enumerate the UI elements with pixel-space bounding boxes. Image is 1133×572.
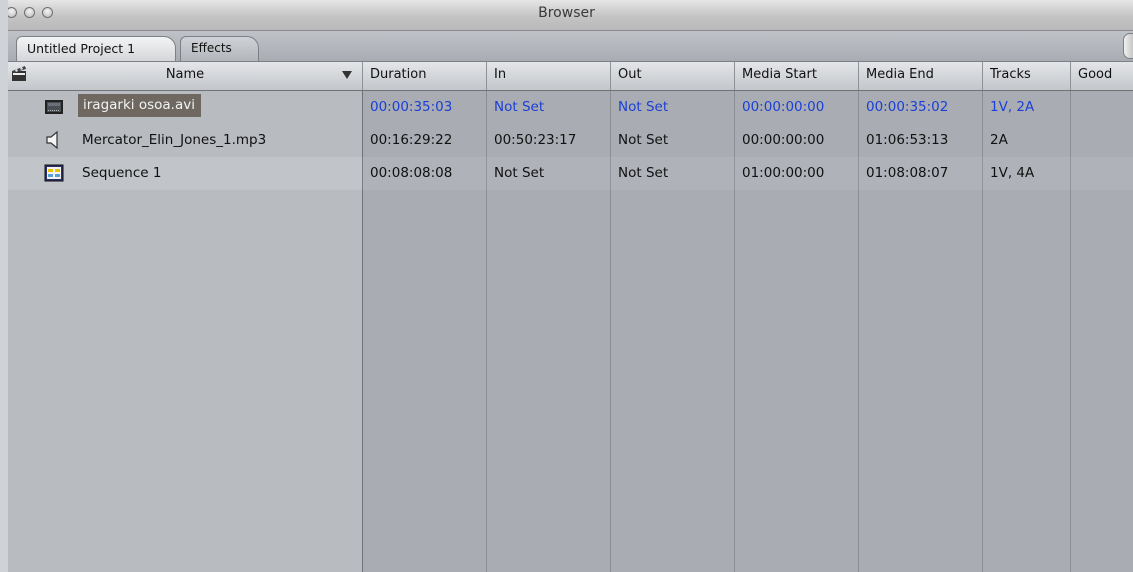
column-header-label: Tracks [990,67,1031,82]
tab-bar: Untitled Project 1 Effects [0,31,1133,62]
column-header-label: Media End [866,67,934,82]
cell-tracks: 1V, 4A [990,165,1035,181]
clip-name[interactable]: Mercator_Elin_Jones_1.mp3 [82,132,266,148]
column-header-media-start[interactable]: Media Start [735,62,859,90]
column-header-in[interactable]: In [487,62,611,90]
table-row[interactable]: Mercator_Elin_Jones_1.mp3 00:16:29:22 00… [8,124,1133,157]
column-header-out[interactable]: Out [611,62,735,90]
column-header-duration[interactable]: Duration [363,62,487,90]
column-header-label: Name [165,67,205,82]
cell-media-start: 00:00:00:00 [742,99,825,115]
clip-name[interactable]: iragarki osoa.avi [78,94,201,117]
clip-name[interactable]: Sequence 1 [82,165,161,181]
clapperboard-icon [12,66,26,81]
cell-duration: 00:16:29:22 [370,132,453,148]
cell-tracks: 2A [990,132,1008,148]
tab-label: Effects [191,41,232,55]
tab-scroll-handle[interactable] [1123,33,1133,59]
column-header-label: Good [1078,67,1113,82]
tab-untitled-project[interactable]: Untitled Project 1 [16,36,176,61]
column-header-tracks[interactable]: Tracks [983,62,1071,90]
sort-descending-icon[interactable] [342,71,352,79]
window-title: Browser [538,5,595,21]
cell-media-end: 00:00:35:02 [866,99,949,115]
cell-out: Not Set [618,99,669,115]
table-row[interactable]: iragarki osoa.avi 00:00:35:03 Not Set No… [8,91,1133,124]
tab-effects[interactable]: Effects [180,36,259,61]
audio-clip-icon [46,130,58,150]
column-header-name[interactable]: Name [8,62,363,90]
column-header-label: In [494,67,507,82]
left-window-edge [0,0,8,572]
cell-duration: 00:00:35:03 [370,99,453,115]
table-row[interactable]: Sequence 1 00:08:08:08 Not Set Not Set 0… [8,157,1133,190]
cell-media-end: 01:08:08:07 [866,165,949,181]
title-bar[interactable]: Browser [0,0,1133,31]
tab-label: Untitled Project 1 [27,41,136,56]
cell-in: Not Set [494,99,545,115]
browser-window: Browser Untitled Project 1 Effects Name … [0,0,1133,572]
cell-tracks: 1V, 2A [990,99,1035,115]
column-header-label: Media Start [742,67,817,82]
column-header-media-end[interactable]: Media End [859,62,983,90]
cell-in: Not Set [494,165,545,181]
browser-table[interactable]: iragarki osoa.avi 00:00:35:03 Not Set No… [8,91,1133,572]
cell-duration: 00:08:08:08 [370,165,453,181]
column-header-row: Name Duration In Out Media Start Media E… [8,62,1133,91]
column-header-label: Out [618,67,642,82]
cell-out: Not Set [618,165,669,181]
video-clip-icon [45,100,63,114]
cell-out: Not Set [618,132,669,148]
column-header-label: Duration [370,67,427,82]
cell-media-end: 01:06:53:13 [866,132,949,148]
sequence-icon [44,164,64,182]
cell-media-start: 01:00:00:00 [742,165,825,181]
column-header-good[interactable]: Good [1071,62,1133,90]
cell-media-start: 00:00:00:00 [742,132,825,148]
cell-in: 00:50:23:17 [494,132,577,148]
